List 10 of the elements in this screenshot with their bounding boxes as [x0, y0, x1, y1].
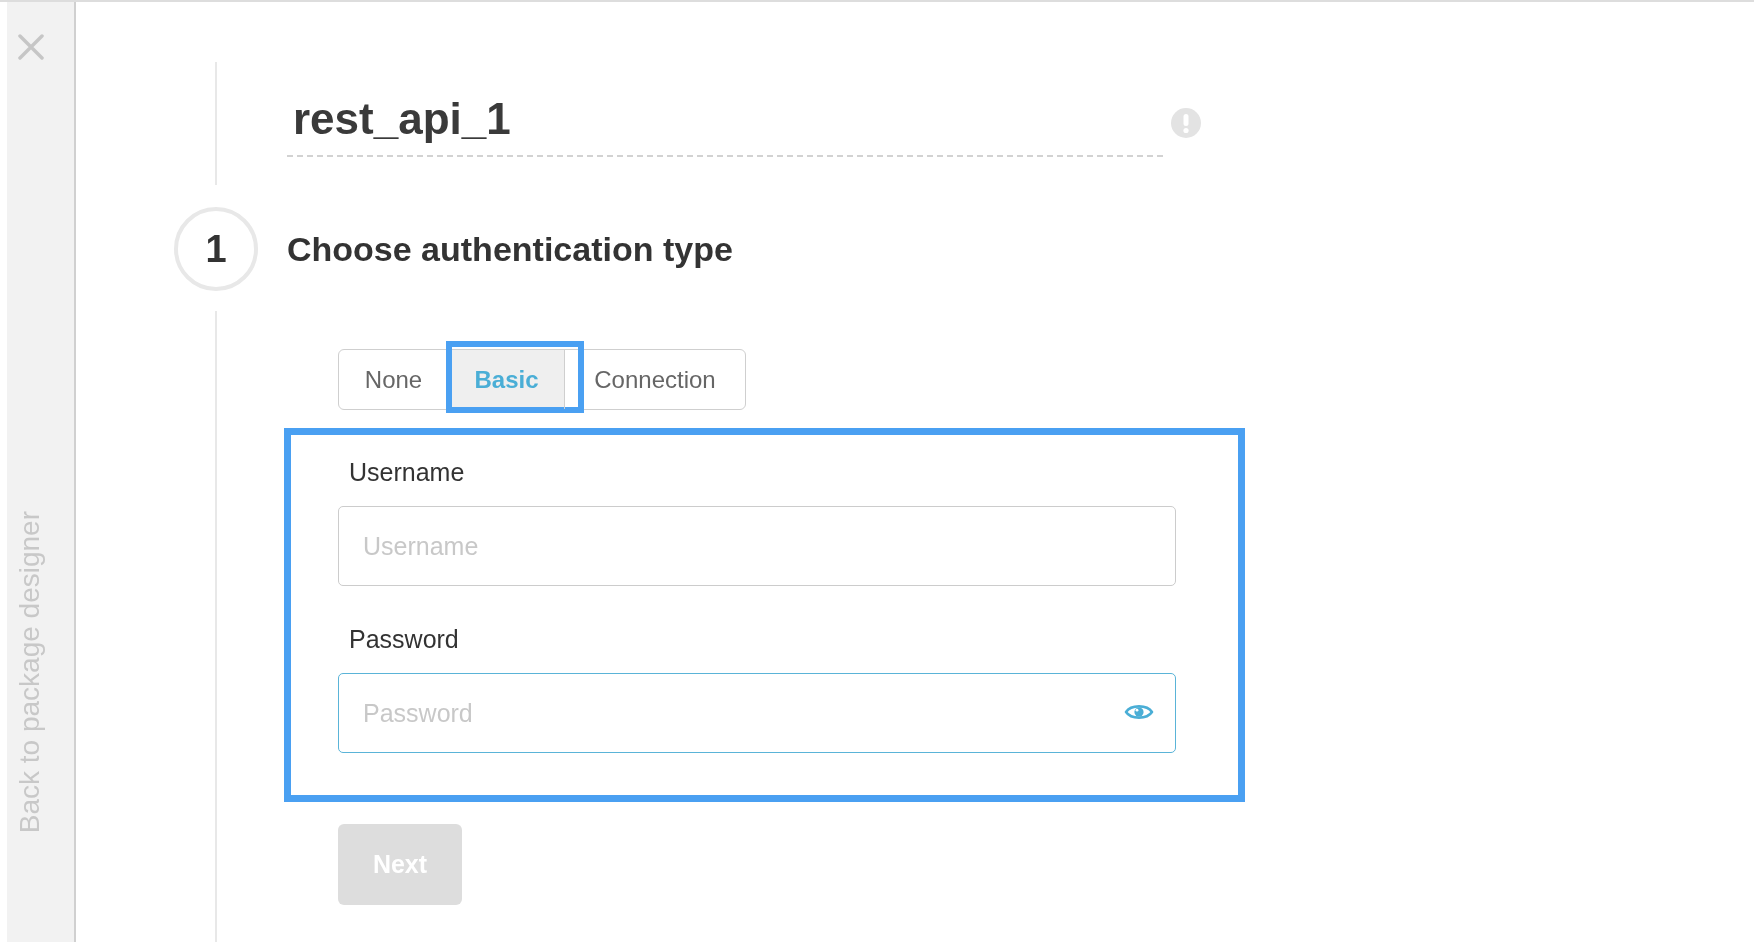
field-label: Username [349, 457, 465, 487]
auth-tab[interactable]: Connection [565, 350, 745, 409]
eye-icon[interactable] [1124, 702, 1154, 722]
auth-tab[interactable]: None [339, 350, 448, 409]
close-icon[interactable] [18, 34, 44, 60]
alert-icon [1171, 108, 1201, 138]
package-name-field[interactable]: rest_api_1 [287, 89, 1163, 157]
step-number: 1 [174, 207, 258, 291]
step-heading: Choose authentication type [287, 228, 733, 270]
field-label: Password [349, 624, 459, 654]
